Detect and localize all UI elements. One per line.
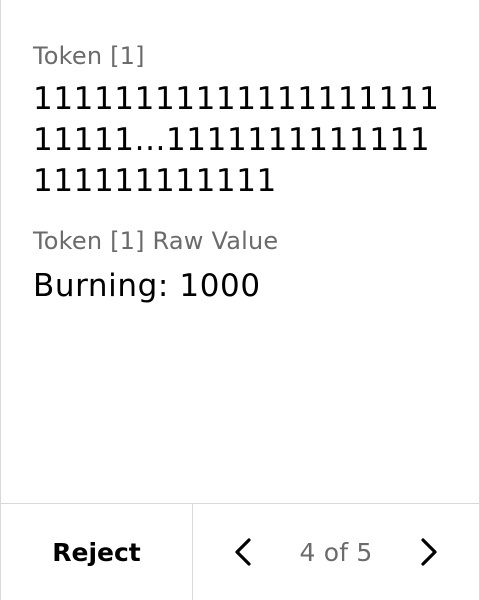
chevron-right-icon[interactable]	[411, 535, 445, 569]
token-field: Token [1] 1111111111111111111111111...11…	[33, 40, 453, 202]
token-raw-value: Burning: 1000	[33, 268, 261, 304]
review-content: Token [1] 1111111111111111111111111...11…	[33, 40, 453, 307]
page-indicator: 4 of 5	[299, 537, 373, 567]
footer-navigation: Reject 4 of 5	[1, 503, 479, 600]
chevron-left-icon[interactable]	[227, 535, 261, 569]
token-label: Token [1]	[33, 42, 145, 70]
token-raw-value-field: Token [1] Raw Value Burning: 1000	[33, 225, 453, 307]
reject-button[interactable]: Reject	[1, 504, 193, 600]
token-value: 1111111111111111111111111...111111111111…	[33, 81, 440, 199]
pagination-controls: 4 of 5	[193, 504, 479, 600]
review-screen: Token [1] 1111111111111111111111111...11…	[0, 0, 480, 600]
token-raw-value-label: Token [1] Raw Value	[33, 227, 279, 255]
